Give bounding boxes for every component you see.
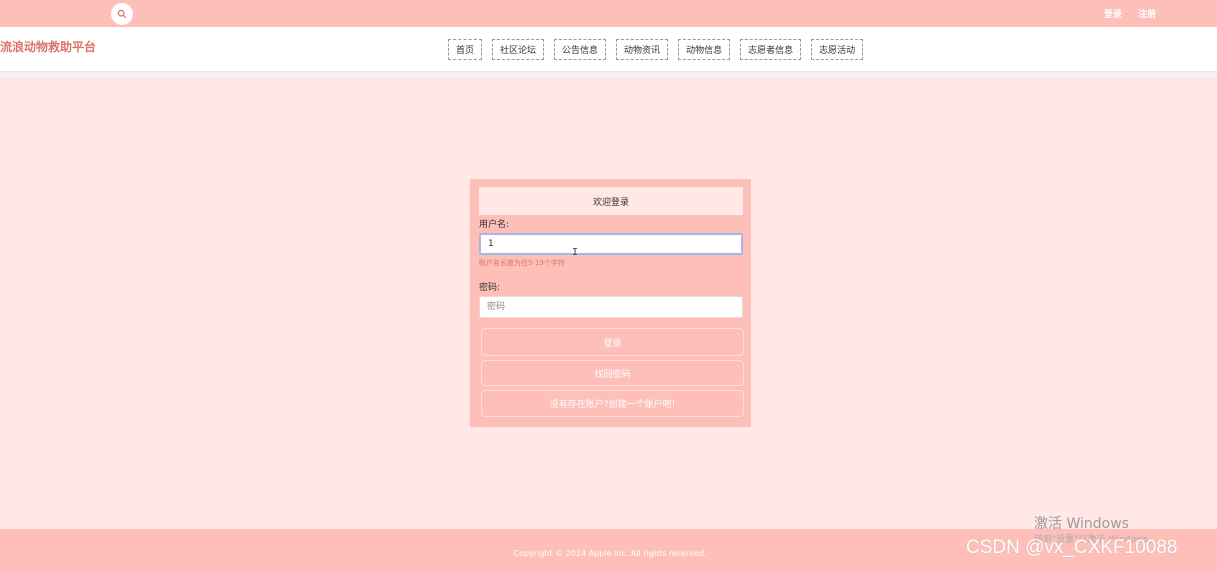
top-bar: 登录 注册	[0, 0, 1217, 27]
main-nav: 首页 社区论坛 公告信息 动物资讯 动物信息 志愿者信息 志愿活动	[448, 39, 864, 60]
login-button[interactable]: 登录	[481, 328, 744, 356]
nav-volunteer-info[interactable]: 志愿者信息	[740, 39, 802, 60]
login-form: 欢迎登录 用户名: 账户名长度为在5-19个字符 I 密码: 登录 找回密码 没…	[470, 179, 751, 427]
forgot-password-button[interactable]: 找回密码	[481, 360, 744, 386]
username-input[interactable]	[479, 233, 743, 255]
search-button[interactable]	[111, 3, 133, 25]
windows-activation-title: 激活 Windows	[1034, 516, 1129, 532]
csdn-watermark: CSDN @vx_CXKF10088	[966, 537, 1178, 558]
password-input[interactable]	[479, 296, 743, 318]
nav-home[interactable]: 首页	[448, 39, 483, 60]
nav-animal-info[interactable]: 动物信息	[678, 39, 731, 60]
text-cursor-icon: I	[572, 247, 579, 258]
top-links: 登录 注册	[1104, 7, 1156, 20]
register-account-button[interactable]: 没有存在账户?创建一个账户吧!	[481, 390, 744, 417]
username-label: 用户名:	[479, 220, 510, 230]
nav-announcements[interactable]: 公告信息	[554, 39, 607, 60]
password-label: 密码:	[479, 283, 501, 293]
login-title: 欢迎登录	[479, 187, 743, 215]
nav-animal-news[interactable]: 动物资讯	[616, 39, 669, 60]
login-link[interactable]: 登录	[1104, 7, 1122, 20]
nav-volunteer-activities[interactable]: 志愿活动	[811, 39, 864, 60]
register-link[interactable]: 注册	[1138, 7, 1156, 20]
search-icon	[117, 9, 127, 19]
nav-forum[interactable]: 社区论坛	[492, 39, 545, 60]
username-error: 账户名长度为在5-19个字符	[479, 259, 565, 267]
header: 流浪动物救助平台 首页 社区论坛 公告信息 动物资讯 动物信息 志愿者信息 志愿…	[0, 27, 1217, 72]
site-title[interactable]: 流浪动物救助平台	[0, 38, 96, 55]
header-divider	[0, 73, 1217, 77]
